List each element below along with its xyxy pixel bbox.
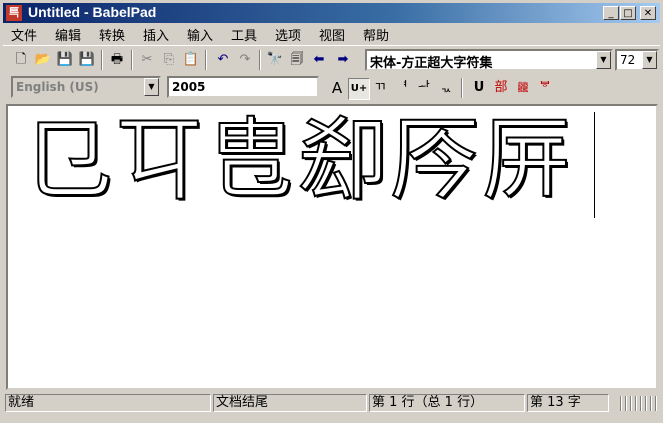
unicode-mode-button[interactable]: U+ [348, 78, 370, 100]
close-button[interactable]: ✕ [640, 6, 656, 20]
maximize-button[interactable]: □ [620, 6, 636, 20]
window-title: Untitled - BabelPad [28, 4, 157, 20]
toolbar-separator [461, 78, 463, 98]
minimize-button[interactable]: _ [603, 6, 619, 20]
toolbar-separator [205, 50, 207, 70]
language-value: English (US) [16, 80, 99, 94]
toolbar-separator [101, 50, 103, 70]
font-size-value: 72 [620, 53, 636, 67]
save-all-icon[interactable]: 💾 [77, 50, 97, 70]
resize-grip[interactable] [620, 396, 660, 411]
chevron-down-icon[interactable]: ▼ [642, 51, 657, 69]
menu-view[interactable]: 视图 [319, 25, 345, 44]
font-name-select[interactable]: 宋体-方正超大字符集 ▼ [365, 49, 613, 71]
app-icon[interactable]: 巪 [6, 5, 22, 21]
replace-icon[interactable]: 🗐 [287, 50, 307, 70]
ideograph-button[interactable]: 龖 [513, 78, 533, 98]
radical-button[interactable]: 部 [491, 78, 511, 98]
find-icon[interactable]: 🔭 [265, 50, 285, 70]
chevron-down-icon[interactable]: ▼ [144, 78, 159, 96]
standard-toolbar: 🗋 📂 💾 💾 🖶 ✂ ⎘ 📋 ↶ ↷ 🔭 🗐 ⬅ ➡ 宋体-方正超大字符集 ▼… [3, 45, 660, 72]
font-size-select[interactable]: 72 ▼ [615, 49, 659, 71]
language-select[interactable]: English (US) ▼ [11, 76, 161, 98]
status-char: 第 13 字 [527, 394, 609, 412]
app-window: 巪 Untitled - BabelPad _ □ ✕ 文件 编辑 转换 插入 … [0, 0, 663, 423]
codepoint-field[interactable]: 2005 [167, 76, 319, 98]
toolbar-separator [259, 50, 261, 70]
text-caret [594, 112, 595, 218]
status-state: 就绪 [5, 394, 211, 412]
status-position: 文档结尾 [213, 394, 367, 412]
menu-edit[interactable]: 编辑 [55, 25, 81, 44]
menu-convert[interactable]: 转换 [99, 25, 125, 44]
menu-file[interactable]: 文件 [11, 25, 37, 44]
forward-icon[interactable]: ➡ [333, 50, 353, 70]
codepoint-value: 2005 [172, 80, 206, 94]
jamo-button-1[interactable]: ㄲ [370, 78, 390, 98]
print-icon[interactable]: 🖶 [107, 50, 127, 70]
hangul-button[interactable]: ᄫ [535, 78, 555, 98]
menu-bar: 文件 编辑 转换 插入 输入 工具 选项 视图 帮助 [3, 23, 660, 44]
menu-help[interactable]: 帮助 [363, 25, 389, 44]
jamo-button-4[interactable]: ᆪ [436, 78, 456, 98]
unicode-toolbar: English (US) ▼ 2005 A U+ ㄲ ᅧ ᅪ ᆪ U 部 龖 ᄫ [3, 74, 660, 102]
copy-icon[interactable]: ⎘ [159, 50, 179, 70]
menu-options[interactable]: 选项 [275, 25, 301, 44]
font-style-button[interactable]: A [327, 78, 347, 98]
underline-button[interactable]: U [469, 78, 489, 98]
text-editor[interactable]: 㔾㔿㕀㕁㕂㕃 [6, 104, 658, 390]
new-icon[interactable]: 🗋 [11, 50, 31, 70]
jamo-button-3[interactable]: ᅪ [414, 78, 434, 98]
open-icon[interactable]: 📂 [33, 50, 53, 70]
paste-icon[interactable]: 📋 [181, 50, 201, 70]
menu-input[interactable]: 输入 [187, 25, 213, 44]
undo-icon[interactable]: ↶ [213, 50, 233, 70]
font-name-value: 宋体-方正超大字符集 [370, 56, 493, 71]
redo-icon[interactable]: ↷ [235, 50, 255, 70]
chevron-down-icon[interactable]: ▼ [596, 51, 611, 69]
jamo-button-2[interactable]: ᅧ [392, 78, 412, 98]
editor-text: 㔾㔿㕀㕁㕂㕃 [21, 107, 574, 214]
menu-tools[interactable]: 工具 [231, 25, 257, 44]
save-icon[interactable]: 💾 [55, 50, 75, 70]
menu-insert[interactable]: 插入 [143, 25, 169, 44]
back-icon[interactable]: ⬅ [309, 50, 329, 70]
status-bar: 就绪 文档结尾 第 1 行（总 1 行） 第 13 字 [3, 393, 660, 413]
status-line: 第 1 行（总 1 行） [369, 394, 525, 412]
toolbar-separator [131, 50, 133, 70]
title-bar[interactable]: 巪 Untitled - BabelPad _ □ ✕ [3, 3, 660, 23]
cut-icon[interactable]: ✂ [137, 50, 157, 70]
